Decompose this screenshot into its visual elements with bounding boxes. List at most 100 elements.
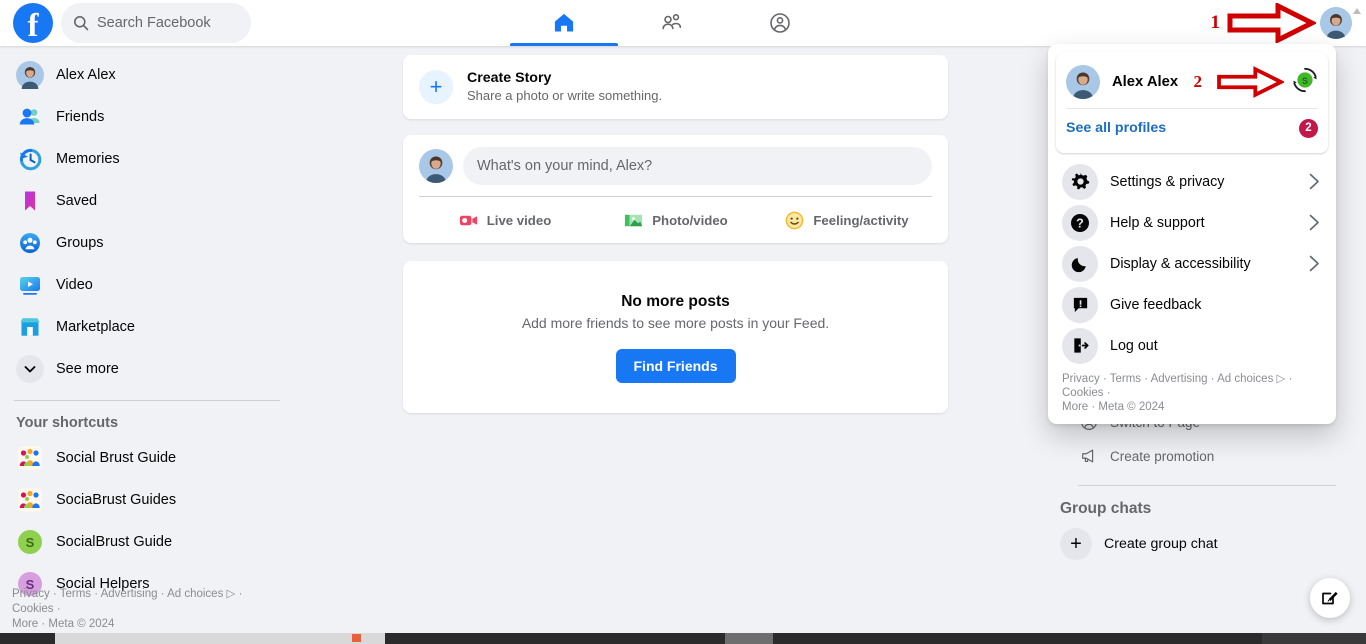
- feeling-activity-button[interactable]: Feeling/activity: [761, 201, 932, 239]
- annotation-arrow-2: [1217, 66, 1284, 98]
- sidebar-item-memories[interactable]: Memories: [8, 138, 300, 180]
- dropdown-footer-line2: More · Meta © 2024: [1062, 401, 1165, 413]
- create-group-chat-item[interactable]: + Create group chat: [1060, 528, 1350, 560]
- photo-video-button[interactable]: Photo/video: [590, 201, 761, 239]
- dropdown-avatar[interactable]: [1066, 65, 1100, 99]
- gear-icon: [1062, 163, 1098, 200]
- shortcut-item[interactable]: SociaBrust Guides: [8, 479, 300, 521]
- groups-icon: [770, 13, 790, 33]
- compose-message-button[interactable]: [1310, 578, 1350, 618]
- create-story-title: Create Story: [467, 70, 552, 86]
- dropdown-menu-items: Settings & privacy ? Help & support Disp…: [1056, 153, 1328, 366]
- menu-item-settings-privacy[interactable]: Settings & privacy: [1056, 161, 1328, 202]
- annotation-arrow-1: [1227, 3, 1316, 43]
- find-friends-button[interactable]: Find Friends: [615, 349, 736, 383]
- friends-icon: [662, 13, 682, 30]
- dropdown-footer-links[interactable]: Privacy · Terms · Advertising · Ad choic…: [1056, 366, 1328, 416]
- sidebar-item-friends[interactable]: Friends: [8, 96, 300, 138]
- letter-avatar-icon: S: [16, 528, 44, 556]
- shortcuts-title: Your shortcuts: [16, 415, 119, 431]
- taskbar-segment: [725, 633, 773, 644]
- search-input[interactable]: Search Facebook: [61, 3, 251, 43]
- profile-dropdown-menu: Alex Alex 2 S See all profiles 2 Setting…: [1048, 44, 1336, 424]
- compose-pencil-icon: [1322, 591, 1338, 605]
- shortcut-label: SociaBrust Guides: [56, 492, 177, 508]
- annotation-number-2: 2: [1193, 72, 1203, 91]
- sidebar-footer-links[interactable]: Privacy · Terms · Advertising · Ad choic…: [12, 587, 282, 632]
- no-more-posts-title: No more posts: [621, 293, 730, 310]
- menu-item-help-support[interactable]: ? Help & support: [1056, 202, 1328, 243]
- taskbar-segment-right: [1262, 633, 1366, 644]
- see-all-profiles-badge: 2: [1299, 118, 1318, 138]
- sidebar-footer-line1: Privacy · Terms · Advertising · Ad choic…: [12, 588, 243, 615]
- sidebar-item-profile[interactable]: Alex Alex: [8, 54, 300, 96]
- photo-video-icon: [625, 214, 643, 226]
- horizontal-scrollbar-thumb[interactable]: [55, 633, 385, 644]
- composer-placeholder: What's on your mind, Alex?: [477, 158, 653, 174]
- clock-icon: [16, 145, 44, 173]
- create-story-subtitle: Share a photo or write something.: [467, 88, 663, 103]
- dropdown-profile-name: Alex Alex: [1112, 74, 1179, 90]
- composer-actions: Live video Photo/video Feeling/activity: [419, 201, 932, 239]
- photo-video-label: Photo/video: [652, 212, 728, 228]
- composer-avatar[interactable]: [419, 149, 453, 183]
- menu-item-log-out[interactable]: Log out: [1056, 325, 1328, 366]
- tab-friends[interactable]: [618, 0, 726, 46]
- search-icon: [74, 16, 89, 31]
- sidebar-item-label: Saved: [56, 193, 98, 209]
- post-composer-card: What's on your mind, Alex? Live video Ph…: [403, 135, 948, 243]
- bottom-taskbar: [0, 633, 1366, 644]
- create-promotion-item[interactable]: Create promotion: [1060, 439, 1350, 473]
- sidebar-divider: [14, 400, 280, 401]
- feeling-activity-label: Feeling/activity: [813, 212, 909, 228]
- feeling-activity-icon: [786, 211, 804, 229]
- create-story-card[interactable]: + Create Story Share a photo or write so…: [403, 55, 948, 119]
- megaphone-icon: [1082, 449, 1094, 463]
- sidebar-item-marketplace[interactable]: Marketplace: [8, 306, 300, 348]
- scrollbar-up-arrow[interactable]: [1349, 2, 1365, 20]
- group-photo-icon: [16, 486, 44, 514]
- see-all-profiles-link: See all profiles: [1066, 120, 1167, 136]
- sidebar-footer-line2: More · Meta © 2024: [12, 618, 115, 630]
- video-icon: [16, 271, 44, 299]
- chevron-right-icon: [1309, 173, 1319, 190]
- see-all-profiles-row[interactable]: See all profiles 2: [1066, 109, 1318, 147]
- sidebar-item-video[interactable]: Video: [8, 264, 300, 306]
- profile-switch-badge[interactable]: S: [1292, 67, 1318, 98]
- group-chats-title: Group chats: [1060, 500, 1152, 517]
- menu-item-label: Give feedback: [1110, 296, 1202, 313]
- user-avatar-icon: [1066, 65, 1100, 99]
- left-sidebar: Alex Alex Friends Memories Saved Groups …: [0, 46, 300, 644]
- menu-item-give-feedback[interactable]: Give feedback: [1056, 284, 1328, 325]
- profile-avatar-topbar[interactable]: [1320, 7, 1352, 39]
- sidebar-item-see-more[interactable]: See more: [8, 348, 300, 390]
- annotation-number-1: 1: [1210, 12, 1221, 33]
- chevron-right-icon: [1309, 255, 1319, 272]
- create-group-chat-label: Create group chat: [1104, 536, 1218, 552]
- shortcut-item[interactable]: S SocialBrust Guide: [8, 521, 300, 563]
- facebook-logo[interactable]: f: [13, 3, 53, 43]
- plus-icon: +: [1060, 528, 1092, 560]
- user-avatar-icon: [1320, 7, 1352, 39]
- dropdown-profile-card: Alex Alex 2 S See all profiles 2: [1056, 52, 1328, 153]
- shortcut-item[interactable]: Social Brust Guide: [8, 437, 300, 479]
- dropdown-footer-line1: Privacy · Terms · Advertising · Ad choic…: [1062, 373, 1293, 399]
- groups-icon: [16, 229, 44, 257]
- svg-text:S: S: [26, 535, 35, 550]
- shortcut-label: SocialBrust Guide: [56, 534, 173, 550]
- dropdown-profile-row[interactable]: Alex Alex 2 S: [1066, 60, 1318, 104]
- question-circle-icon: ?: [1062, 204, 1098, 241]
- tab-home[interactable]: [510, 0, 618, 46]
- live-video-button[interactable]: Live video: [419, 201, 590, 239]
- sidebar-item-saved[interactable]: Saved: [8, 180, 300, 222]
- tab-groups[interactable]: [726, 0, 834, 46]
- composer-input[interactable]: What's on your mind, Alex?: [463, 147, 932, 185]
- plus-icon: +: [419, 70, 453, 104]
- sidebar-item-groups[interactable]: Groups: [8, 222, 300, 264]
- search-placeholder: Search Facebook: [97, 15, 211, 31]
- svg-text:S: S: [1302, 76, 1308, 86]
- live-video-label: Live video: [486, 212, 552, 228]
- storefront-icon: [16, 313, 44, 341]
- menu-item-display-accessibility[interactable]: Display & accessibility: [1056, 243, 1328, 284]
- facebook-page: f Search Facebook 1 Alex Alex Friends Me…: [0, 0, 1366, 644]
